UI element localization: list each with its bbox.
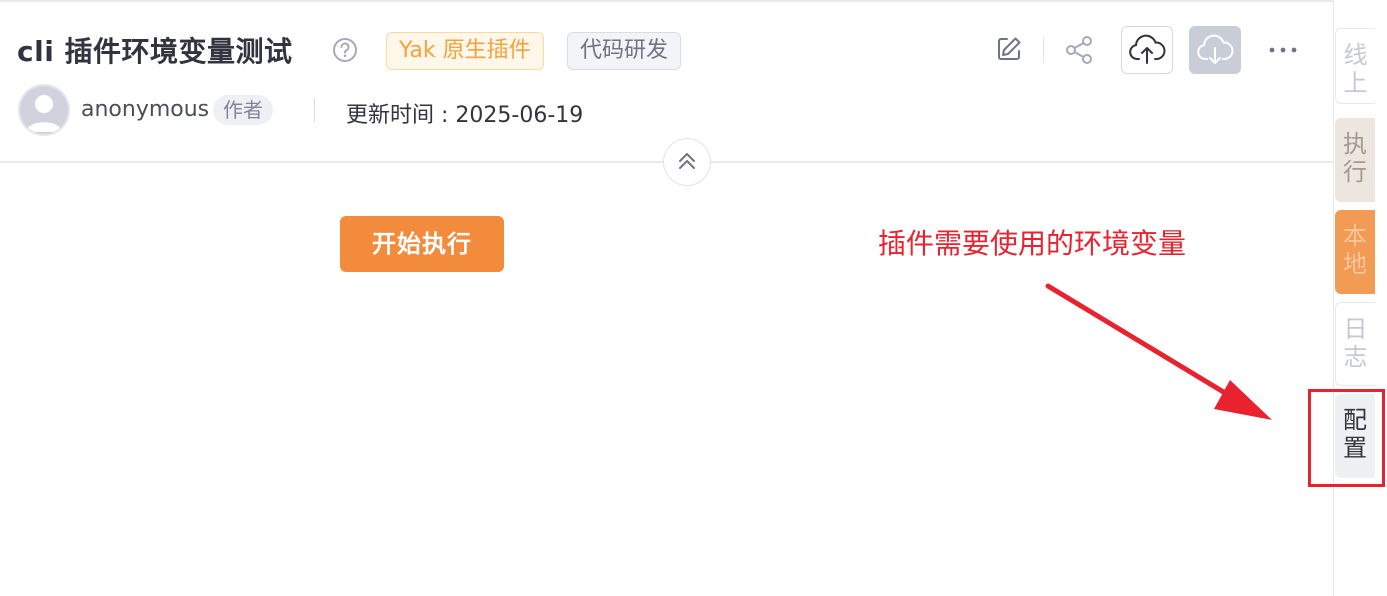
plugin-detail-page: cli 插件环境变量测试 Yak 原生插件 代码研发 anonymous 作者 …: [0, 0, 1387, 596]
plugin-category-tag: 代码研发: [567, 32, 682, 70]
more-icon[interactable]: [1266, 38, 1300, 62]
upload-button[interactable]: [1121, 26, 1173, 74]
tab-execute[interactable]: 执行: [1335, 118, 1375, 202]
update-time: 更新时间 : 2025-06-19: [346, 103, 584, 128]
meta-divider: [314, 98, 315, 122]
annotation-arrow: [1045, 283, 1272, 420]
toolbar-divider: [1043, 37, 1044, 63]
tab-local[interactable]: 本地: [1335, 210, 1375, 294]
cloud-upload-icon: [1129, 34, 1166, 64]
double-chevron-up-icon: [679, 153, 695, 169]
user-icon: [26, 95, 62, 132]
plugin-title: cli 插件环境变量测试: [17, 35, 293, 68]
download-button[interactable]: [1189, 26, 1241, 74]
author-name[interactable]: anonymous: [81, 97, 209, 122]
author-badge: 作者: [213, 95, 273, 125]
cloud-download-icon: [1197, 34, 1234, 64]
tab-online[interactable]: 线上: [1335, 28, 1375, 104]
top-border: [0, 0, 1334, 2]
collapse-header-button[interactable]: [663, 138, 711, 186]
annotation-text: 插件需要使用的环境变量: [878, 227, 1187, 260]
start-execution-button[interactable]: 开始执行: [340, 216, 504, 272]
annotation-highlight-box: [1308, 389, 1385, 487]
tab-log[interactable]: 日志: [1335, 302, 1375, 386]
avatar: [18, 84, 70, 136]
plugin-type-tag: Yak 原生插件: [386, 32, 544, 70]
help-icon[interactable]: [332, 37, 358, 63]
share-icon[interactable]: [1063, 34, 1095, 66]
edit-icon[interactable]: [994, 34, 1024, 64]
sidebar-border: [1333, 0, 1334, 596]
